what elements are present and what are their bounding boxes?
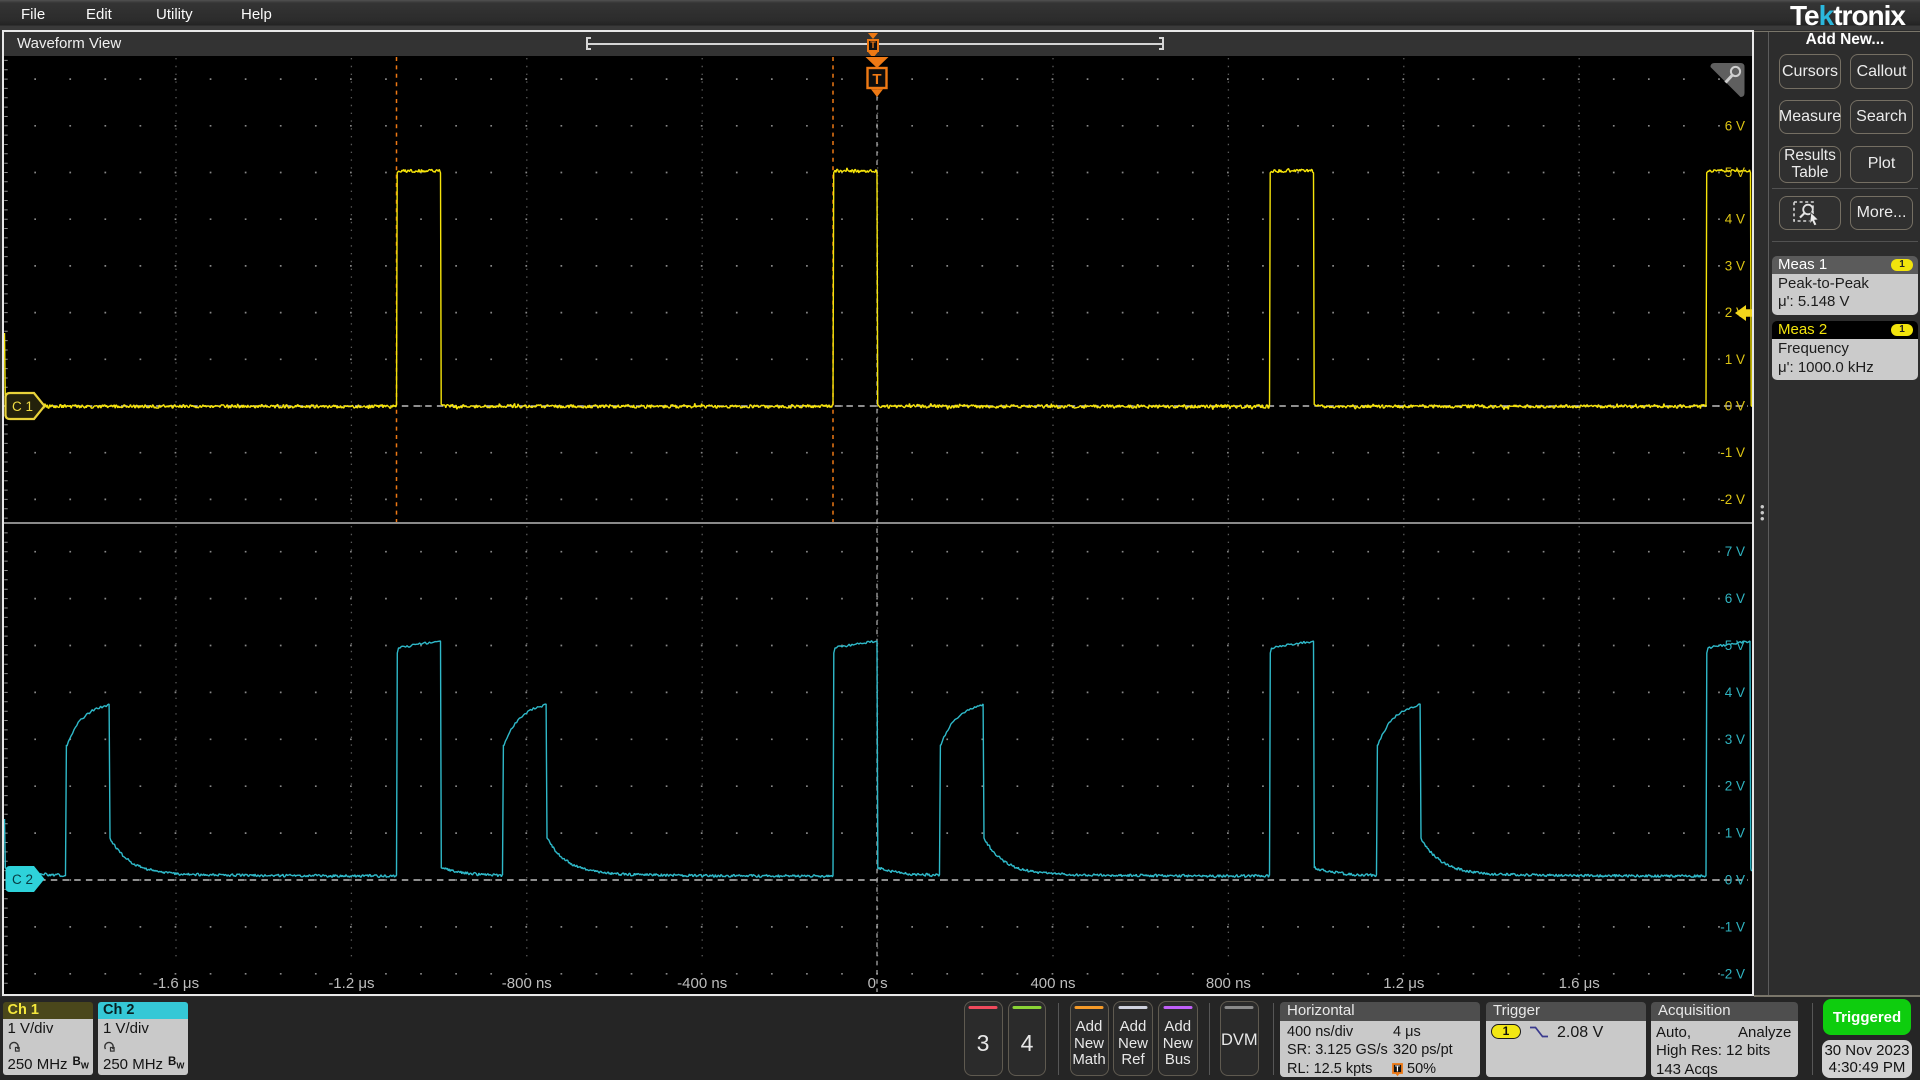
svg-text:-2 V: -2 V: [1720, 492, 1745, 507]
svg-text:-800 ns: -800 ns: [502, 975, 552, 992]
svg-text:-1.2 μs: -1.2 μs: [328, 975, 374, 992]
svg-text:T: T: [872, 71, 881, 88]
svg-text:3 V: 3 V: [1725, 732, 1745, 747]
svg-text:C 2: C 2: [12, 872, 33, 887]
svg-text:7 V: 7 V: [1725, 544, 1745, 559]
svg-text:-1.6 μs: -1.6 μs: [153, 975, 199, 992]
svg-text:3 V: 3 V: [1725, 258, 1745, 273]
svg-text:4 V: 4 V: [1725, 685, 1745, 700]
svg-text:-1 V: -1 V: [1720, 919, 1745, 934]
svg-text:6 V: 6 V: [1725, 591, 1745, 606]
svg-text:5 V: 5 V: [1725, 638, 1745, 653]
svg-text:1.6 μs: 1.6 μs: [1559, 975, 1600, 992]
svg-text:-1 V: -1 V: [1720, 445, 1745, 460]
svg-text:T: T: [1395, 1064, 1400, 1073]
svg-text:1 V: 1 V: [1725, 352, 1745, 367]
svg-text:0 s: 0 s: [868, 975, 888, 992]
svg-text:1 V: 1 V: [1725, 826, 1745, 841]
svg-text:-400 ns: -400 ns: [677, 975, 727, 992]
svg-text:400 ns: 400 ns: [1030, 975, 1075, 992]
svg-text:0 V: 0 V: [1725, 873, 1745, 888]
svg-text:6 V: 6 V: [1725, 118, 1745, 133]
svg-text:0 V: 0 V: [1725, 399, 1745, 414]
svg-text:C 1: C 1: [12, 399, 33, 414]
svg-text:5 V: 5 V: [1725, 165, 1745, 180]
svg-text:-2 V: -2 V: [1720, 966, 1745, 981]
svg-text:2 V: 2 V: [1725, 779, 1745, 794]
svg-text:800 ns: 800 ns: [1206, 975, 1251, 992]
svg-text:1.2 μs: 1.2 μs: [1383, 975, 1424, 992]
svg-text:4 V: 4 V: [1725, 212, 1745, 227]
